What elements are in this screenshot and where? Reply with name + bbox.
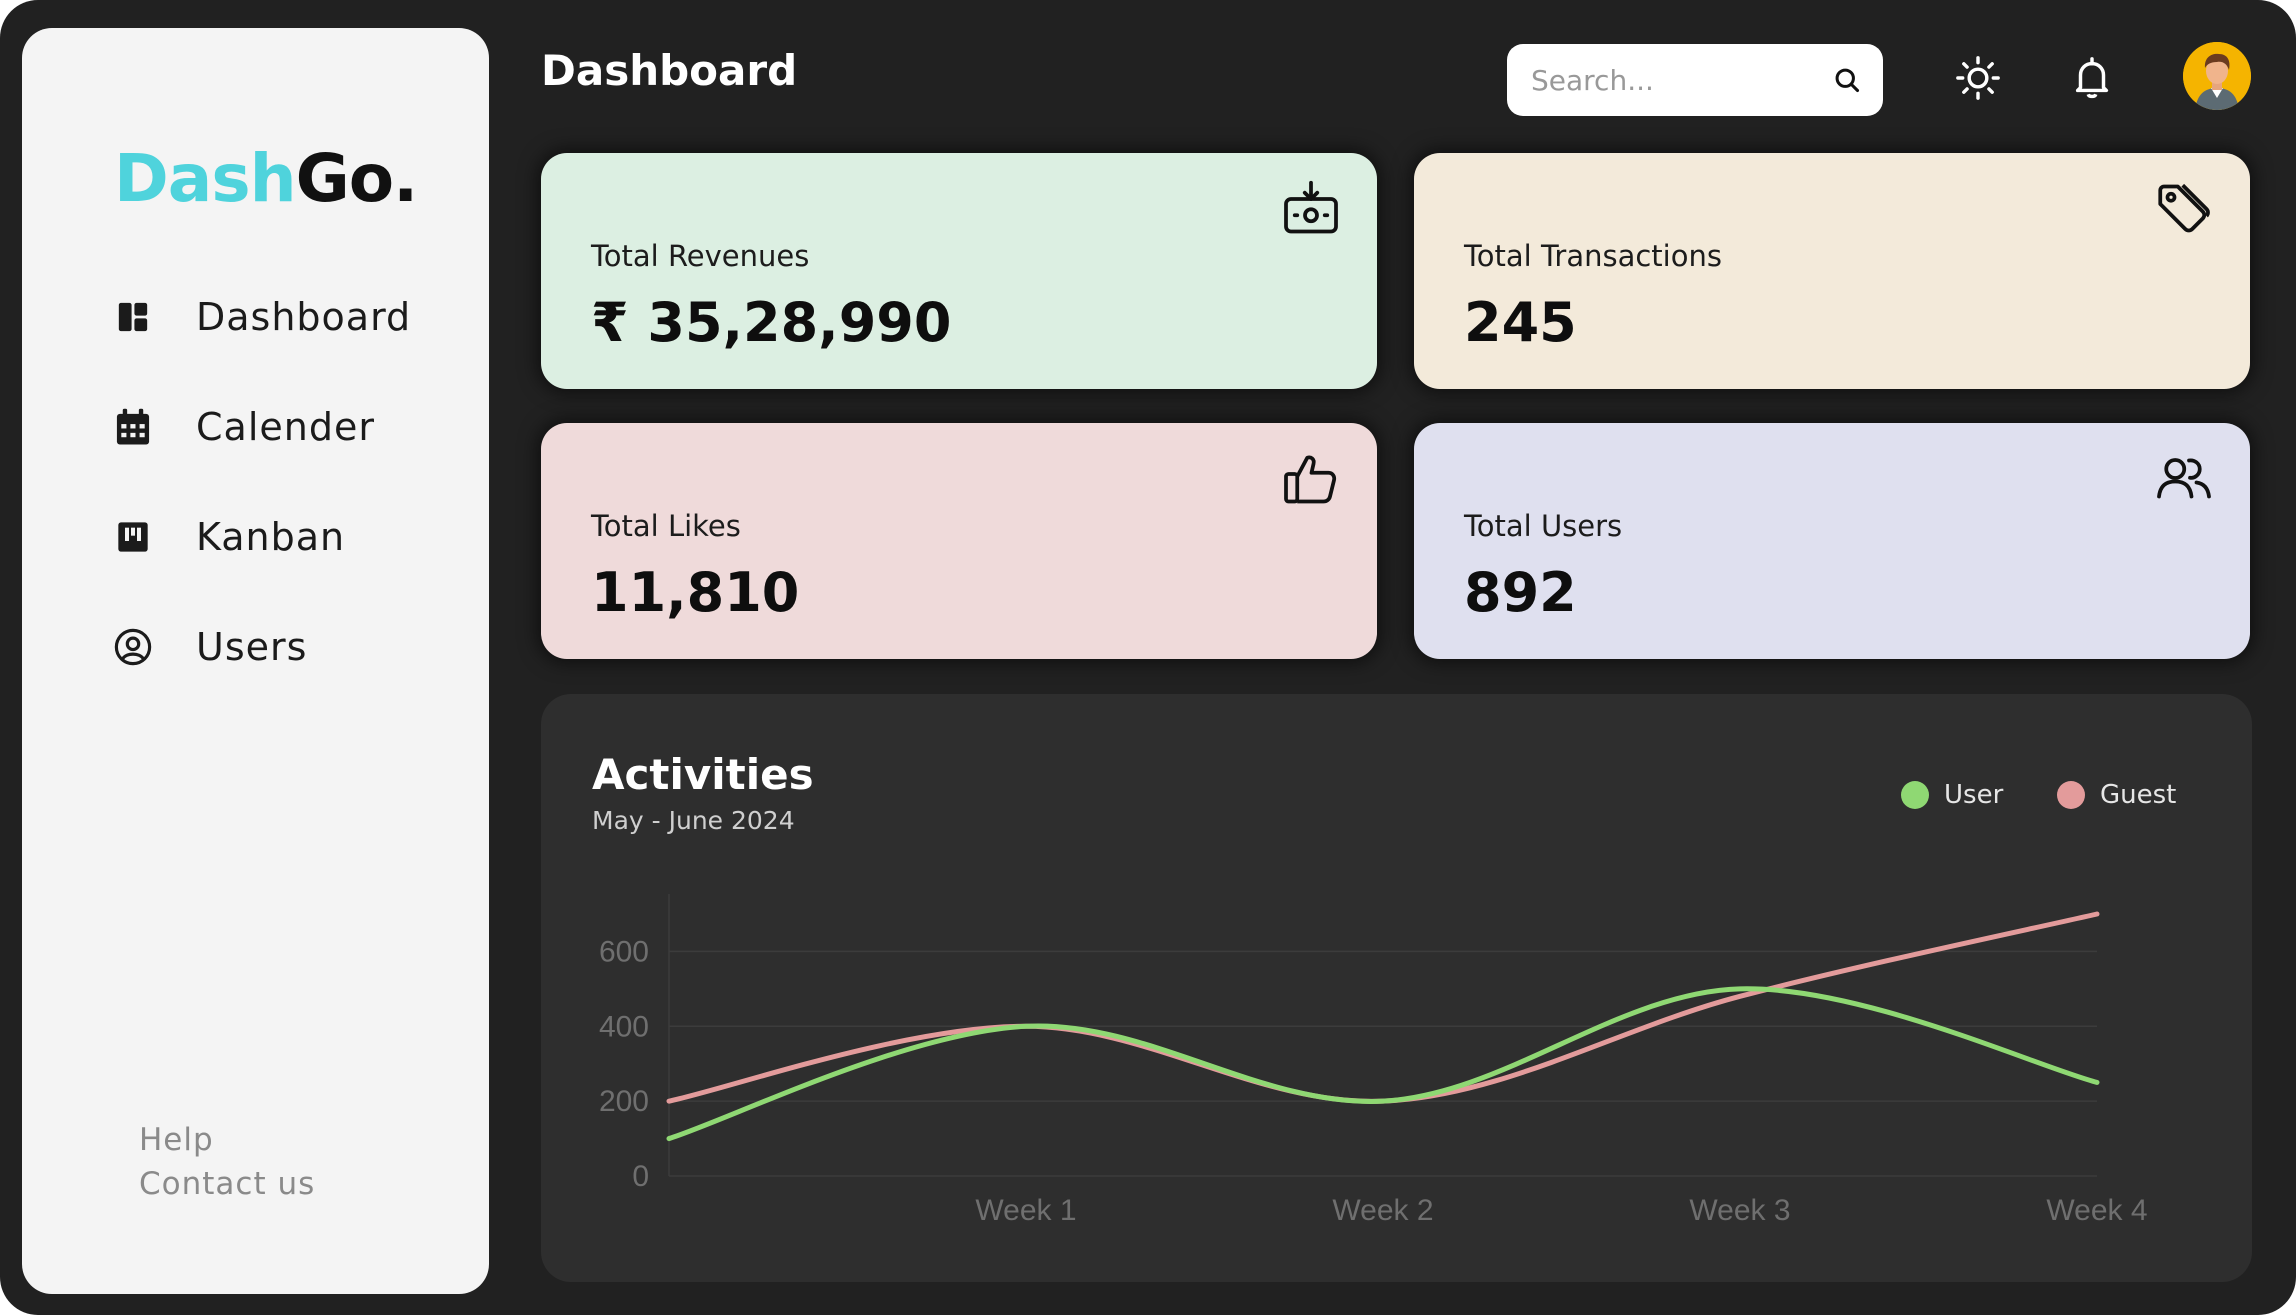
stat-card-revenues[interactable]: Total Revenues ₹ 35,28,990 bbox=[541, 153, 1377, 389]
sidebar-item-dashboard[interactable]: Dashboard bbox=[114, 282, 454, 352]
y-tick-label: 600 bbox=[599, 935, 649, 968]
stat-card-likes[interactable]: Total Likes 11,810 bbox=[541, 423, 1377, 659]
sidebar-item-calender[interactable]: Calender bbox=[114, 392, 454, 462]
sidebar: DashGo. Dashboard Calender Kanban Users bbox=[22, 28, 489, 1294]
stat-value: 11,810 bbox=[591, 561, 800, 624]
series-line-user bbox=[666, 986, 2100, 1142]
x-tick-label: Week 1 bbox=[975, 1194, 1076, 1227]
sidebar-item-label: Dashboard bbox=[196, 295, 412, 339]
activities-title: Activities bbox=[592, 750, 814, 799]
legend-label: User bbox=[1944, 780, 2004, 810]
stat-card-transactions[interactable]: Total Transactions 245 bbox=[1414, 153, 2250, 389]
search-input[interactable] bbox=[1529, 62, 1833, 98]
user-circle-icon bbox=[114, 628, 152, 666]
users-icon bbox=[2154, 449, 2214, 509]
y-tick-label: 0 bbox=[632, 1160, 649, 1193]
kanban-icon bbox=[114, 518, 152, 556]
logo: DashGo. bbox=[114, 140, 419, 217]
dashboard-icon bbox=[114, 298, 152, 336]
contact-us-link[interactable]: Contact us bbox=[139, 1166, 315, 1202]
stat-label: Total Likes bbox=[591, 509, 741, 543]
logo-part1: Dash bbox=[114, 140, 297, 217]
sidebar-item-label: Calender bbox=[196, 405, 375, 449]
logo-part2: Go. bbox=[295, 140, 419, 217]
stat-value: 245 bbox=[1464, 291, 1577, 354]
legend-dot bbox=[1901, 781, 1929, 809]
stat-value: 892 bbox=[1464, 561, 1577, 624]
sidebar-item-label: Users bbox=[196, 625, 308, 669]
search-icon[interactable] bbox=[1833, 66, 1861, 94]
stat-value: ₹ 35,28,990 bbox=[591, 291, 952, 354]
money-download-icon bbox=[1281, 179, 1341, 239]
series-line-guest bbox=[666, 911, 2100, 1104]
bell-icon[interactable] bbox=[2069, 55, 2117, 103]
stat-label: Total Revenues bbox=[591, 239, 810, 273]
stat-label: Total Users bbox=[1464, 509, 1623, 543]
legend-item-guest[interactable]: Guest bbox=[2057, 780, 2176, 810]
stat-label: Total Transactions bbox=[1464, 239, 1722, 273]
help-link[interactable]: Help bbox=[139, 1122, 214, 1158]
calendar-icon bbox=[114, 408, 152, 446]
sidebar-item-kanban[interactable]: Kanban bbox=[114, 502, 454, 572]
tag-icon bbox=[2154, 179, 2214, 239]
legend-label: Guest bbox=[2100, 780, 2177, 810]
stat-card-users[interactable]: Total Users 892 bbox=[1414, 423, 2250, 659]
legend-item-user[interactable]: User bbox=[1901, 780, 2003, 810]
search-box[interactable] bbox=[1507, 44, 1883, 116]
x-tick-label: Week 4 bbox=[2046, 1194, 2147, 1227]
sun-icon[interactable] bbox=[1955, 55, 2003, 103]
activities-panel: 0 200 400 600 Week 1 Week 2 Week 3 Week 4 Activ… bbox=[541, 694, 2252, 1282]
avatar[interactable] bbox=[2183, 42, 2251, 110]
legend-dot bbox=[2057, 781, 2085, 809]
y-tick-label: 200 bbox=[599, 1085, 649, 1118]
y-tick-label: 400 bbox=[599, 1010, 649, 1043]
activities-subtitle: May - June 2024 bbox=[592, 806, 795, 835]
x-tick-label: Week 2 bbox=[1332, 1194, 1433, 1227]
sidebar-item-users[interactable]: Users bbox=[114, 612, 454, 682]
app-frame: DashGo. Dashboard Calender Kanban Users bbox=[0, 0, 2296, 1315]
sidebar-item-label: Kanban bbox=[196, 515, 346, 559]
x-tick-label: Week 3 bbox=[1689, 1194, 1790, 1227]
thumbs-up-icon bbox=[1281, 449, 1341, 509]
page-title: Dashboard bbox=[541, 46, 798, 95]
